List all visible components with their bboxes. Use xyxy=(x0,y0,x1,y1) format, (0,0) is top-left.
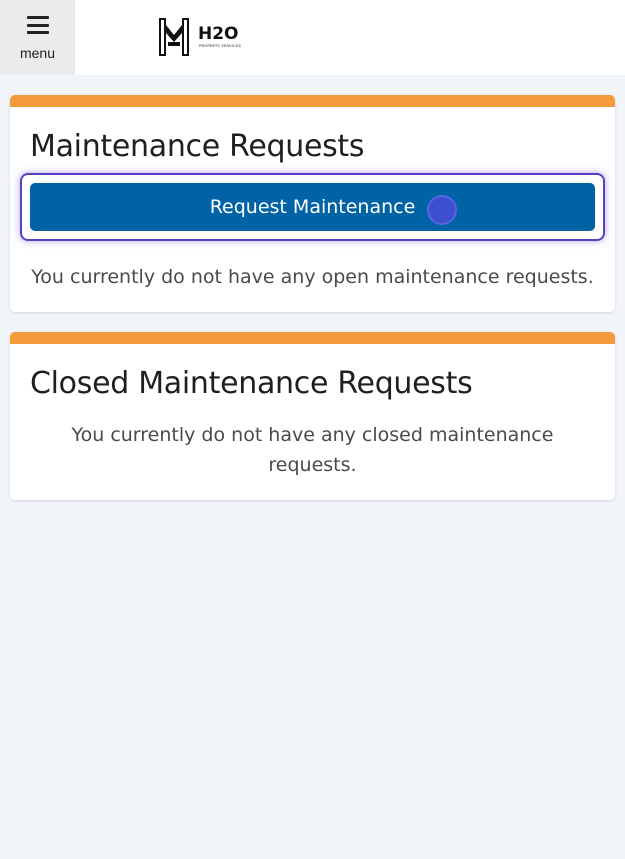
card-accent-bar xyxy=(10,332,615,344)
open-requests-empty-message: You currently do not have any open maint… xyxy=(31,266,594,288)
request-maintenance-button[interactable]: Request Maintenance xyxy=(30,183,595,231)
h2o-logo[interactable]: H2O PROPERTY SERVICES xyxy=(158,17,262,57)
menu-button[interactable]: menu xyxy=(0,0,75,75)
hamburger-icon xyxy=(26,16,49,34)
menu-label: menu xyxy=(19,45,56,61)
logo-wordmark: H2O xyxy=(198,24,239,44)
closed-requests-card: Closed Maintenance Requests You currentl… xyxy=(10,332,615,500)
logo-subtext: PROPERTY SERVICES xyxy=(199,44,242,48)
closed-requests-title: Closed Maintenance Requests xyxy=(30,366,473,401)
open-requests-title: Maintenance Requests xyxy=(30,129,365,164)
card-accent-bar xyxy=(10,95,615,107)
cursor-indicator-icon xyxy=(427,195,457,225)
h2o-logo-mark: H2O PROPERTY SERVICES xyxy=(159,18,242,56)
top-bar: menu H2O PROPERTY SERVICES xyxy=(0,0,625,75)
closed-requests-empty-message: You currently do not have any closed mai… xyxy=(71,424,554,476)
open-requests-card: Maintenance Requests Request Maintenance… xyxy=(10,95,615,312)
